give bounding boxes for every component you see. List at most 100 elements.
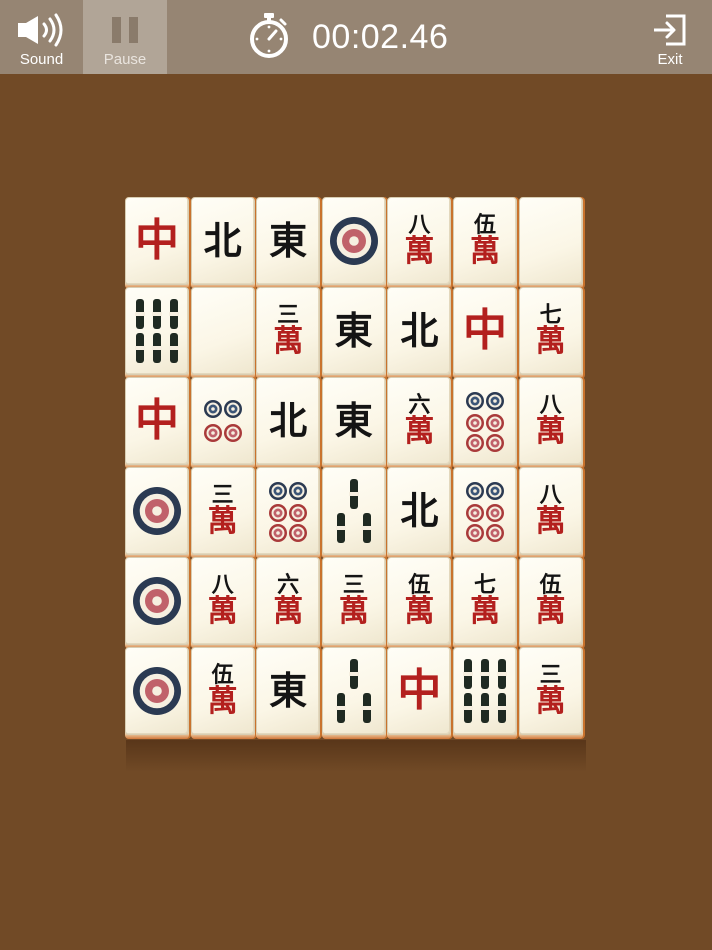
mahjong-tile[interactable]: 中 <box>125 197 191 289</box>
tile-glyph: 萬 <box>535 684 566 719</box>
bamboo-suit-icon <box>135 299 179 363</box>
mahjong-tile[interactable]: 伍萬 <box>453 197 519 289</box>
mahjong-tile <box>190 287 257 379</box>
tile-glyph: 東 <box>269 668 308 713</box>
tile-number: 六 <box>408 392 431 418</box>
pause-label: Pause <box>103 51 147 68</box>
bamboo-suit-icon <box>335 659 372 723</box>
tile-glyph: 東 <box>269 218 308 263</box>
tile-number: 三 <box>211 482 234 508</box>
mahjong-tile[interactable]: 三萬 <box>256 287 323 379</box>
tile-glyph: 東 <box>334 398 373 443</box>
circle-suit-icon <box>133 667 181 715</box>
mahjong-tile[interactable]: 東 <box>256 197 323 289</box>
mahjong-tile[interactable]: 八萬 <box>190 557 257 649</box>
mahjong-tile[interactable] <box>321 467 388 559</box>
tile-glyph: 中 <box>463 305 507 356</box>
mahjong-tile[interactable]: 東 <box>256 647 323 739</box>
tile-glyph: 北 <box>269 398 308 443</box>
mahjong-tile[interactable]: 伍萬 <box>518 557 585 649</box>
mahjong-tile[interactable]: 北 <box>190 197 257 289</box>
mahjong-tile[interactable]: 三萬 <box>321 557 388 649</box>
tile-number: 八 <box>539 482 562 508</box>
mahjong-tile[interactable]: 三萬 <box>190 467 257 559</box>
tile-glyph: 萬 <box>470 594 500 629</box>
mahjong-tile[interactable] <box>453 377 519 469</box>
mahjong-tile[interactable]: 八萬 <box>387 197 454 289</box>
sound-label: Sound <box>19 51 64 68</box>
timer-value: 00:02.46 <box>312 17 449 56</box>
tile-glyph: 萬 <box>535 594 566 629</box>
tile-glyph: 中 <box>135 395 179 446</box>
mahjong-tile[interactable]: 東 <box>321 377 388 469</box>
mahjong-tile[interactable]: 八萬 <box>518 377 585 469</box>
mahjong-tile[interactable]: 七萬 <box>518 287 585 379</box>
mahjong-tile[interactable] <box>125 647 191 739</box>
tile-number: 伍 <box>408 572 431 598</box>
mahjong-tile[interactable]: 八萬 <box>518 467 585 559</box>
tile-number: 三 <box>277 302 300 328</box>
mahjong-tile[interactable]: 六萬 <box>256 557 323 649</box>
circle-suit-icon <box>466 482 504 542</box>
sound-button[interactable]: Sound <box>0 0 83 74</box>
mahjong-tile[interactable]: 七萬 <box>453 557 519 649</box>
tile-glyph: 中 <box>135 215 179 266</box>
tile-glyph: 中 <box>397 665 442 716</box>
mahjong-tile[interactable]: 三萬 <box>518 647 585 739</box>
tile-number: 六 <box>277 572 300 598</box>
mahjong-tile[interactable]: 伍萬 <box>190 647 257 739</box>
mahjong-tile[interactable]: 伍萬 <box>387 557 454 649</box>
circle-suit-icon <box>329 217 378 265</box>
tile-glyph: 東 <box>334 308 373 353</box>
mahjong-tile[interactable] <box>190 377 257 469</box>
tile-number: 伍 <box>473 212 496 238</box>
tile-number: 八 <box>211 572 234 598</box>
tile-number: 伍 <box>539 572 562 598</box>
mahjong-tile[interactable]: 六萬 <box>387 377 454 469</box>
exit-button[interactable]: Exit <box>628 0 712 74</box>
mahjong-tile[interactable] <box>125 467 191 559</box>
mahjong-tile[interactable] <box>125 287 191 379</box>
pause-button[interactable]: Pause <box>83 0 167 74</box>
bamboo-suit-icon <box>463 659 507 723</box>
mahjong-tile[interactable] <box>321 197 388 289</box>
mahjong-tile[interactable]: 東 <box>321 287 388 379</box>
tile-glyph: 萬 <box>207 504 238 539</box>
circle-suit-icon <box>133 577 181 625</box>
tile-glyph: 北 <box>400 308 439 353</box>
mahjong-tile[interactable]: 北 <box>387 467 454 559</box>
mahjong-tile[interactable] <box>453 467 519 559</box>
tile-number: 八 <box>539 392 562 418</box>
exit-icon <box>652 12 688 48</box>
exit-label: Exit <box>657 51 683 68</box>
tile-number: 伍 <box>211 662 234 688</box>
mahjong-tile[interactable] <box>453 647 519 739</box>
stopwatch-icon <box>248 11 290 64</box>
tile-glyph: 萬 <box>207 594 238 629</box>
mahjong-tile[interactable]: 中 <box>125 377 191 469</box>
tile-number: 三 <box>539 662 562 688</box>
tile-glyph: 萬 <box>470 234 500 269</box>
game-timer: 00:02.46 <box>248 8 448 66</box>
tile-number: 七 <box>473 572 496 598</box>
tile-number: 七 <box>539 302 562 328</box>
mahjong-tile[interactable] <box>125 557 191 649</box>
mahjong-tile[interactable] <box>256 467 323 559</box>
mahjong-tile[interactable]: 北 <box>256 377 323 469</box>
mahjong-tile[interactable]: 中 <box>387 647 454 739</box>
circle-suit-icon <box>133 487 181 535</box>
circle-suit-icon <box>466 392 504 452</box>
tile-number: 八 <box>408 212 431 238</box>
tile-glyph: 萬 <box>535 504 566 539</box>
tile-glyph: 萬 <box>404 594 435 629</box>
mahjong-tile <box>518 197 585 289</box>
tile-glyph: 萬 <box>273 324 304 359</box>
mahjong-tile[interactable]: 北 <box>387 287 454 379</box>
tile-glyph: 萬 <box>207 684 238 719</box>
mahjong-tile[interactable] <box>321 647 388 739</box>
tile-glyph: 北 <box>400 488 439 533</box>
mahjong-tile[interactable]: 中 <box>453 287 519 379</box>
tile-glyph: 萬 <box>535 324 566 359</box>
pause-icon <box>110 12 140 48</box>
top-toolbar: Sound Pause 00:02.46 Exit <box>0 0 712 74</box>
